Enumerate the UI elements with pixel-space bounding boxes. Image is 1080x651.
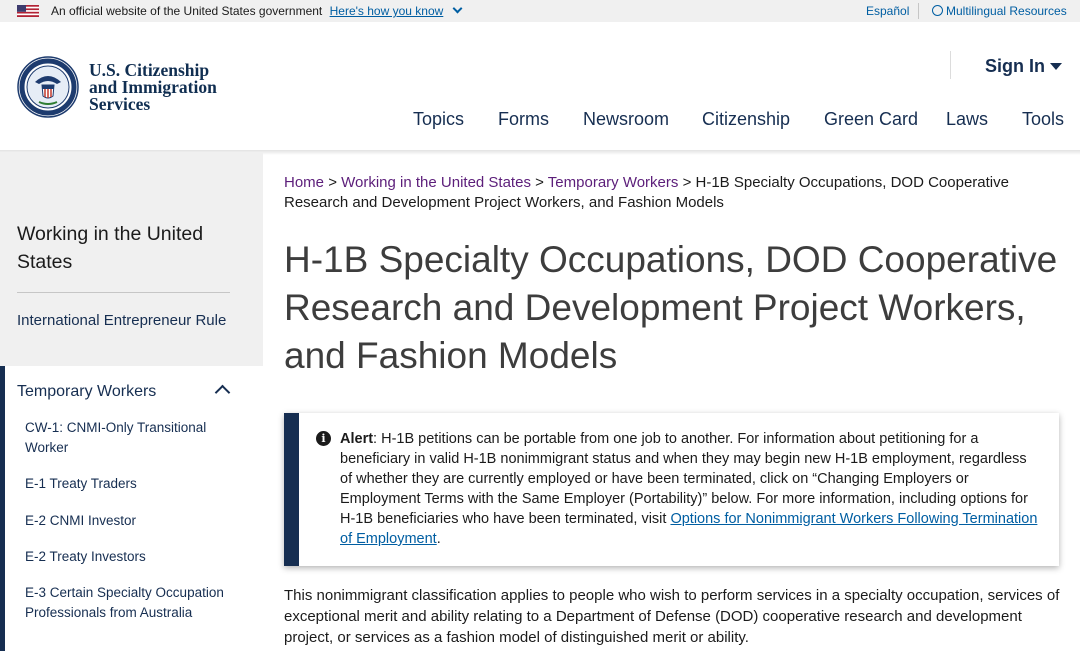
multilingual-resources-link[interactable]: Multilingual Resources — [932, 4, 1067, 18]
dhs-seal-logo[interactable] — [17, 56, 79, 118]
sidebar-subitem-cw1[interactable]: CW-1: CNMI-Only Transitional Worker — [25, 418, 235, 458]
nav-newsroom[interactable]: Newsroom — [583, 109, 669, 130]
sidebar-divider — [17, 292, 230, 293]
heres-how-you-know-link[interactable]: Here's how you know — [330, 4, 444, 18]
sign-in-button[interactable]: Sign In — [985, 56, 1062, 77]
gov-banner-text: An official website of the United States… — [51, 3, 463, 18]
nav-citizenship[interactable]: Citizenship — [702, 109, 790, 130]
sign-in-label[interactable]: Sign In — [985, 56, 1045, 76]
breadcrumb-home[interactable]: Home — [284, 174, 324, 191]
gov-banner: An official website of the United States… — [0, 0, 1080, 22]
info-icon: i — [316, 431, 331, 446]
agency-line[interactable]: Services — [89, 95, 217, 113]
nav-tools[interactable]: Tools — [1022, 109, 1064, 130]
sidebar-title[interactable]: Working in the United States — [17, 220, 227, 276]
breadcrumb: Home > Working in the United States > Te… — [284, 173, 1054, 213]
sidebar-subitem-e2-treaty[interactable]: E-2 Treaty Investors — [25, 547, 235, 567]
alert-label: Alert — [340, 431, 374, 447]
nav-forms[interactable]: Forms — [498, 109, 549, 130]
sidebar-subitem-e3[interactable]: E-3 Certain Specialty Occupation Profess… — [25, 583, 235, 623]
breadcrumb-separator: > — [328, 174, 337, 191]
breadcrumb-separator: > — [535, 174, 544, 191]
breadcrumb-separator: > — [682, 174, 692, 191]
agency-name-link[interactable]: U.S. Citizenship and Immigration Service… — [89, 61, 217, 113]
sidebar-subitem-e2-cnmi[interactable]: E-2 CNMI Investor — [25, 511, 235, 531]
sign-in-divider — [950, 51, 951, 79]
breadcrumb-working[interactable]: Working in the United States — [341, 174, 531, 191]
globe-icon — [932, 5, 943, 16]
alert-text: Alert: H-1B petitions can be portable fr… — [340, 429, 1040, 549]
site-header: U.S. Citizenship and Immigration Service… — [0, 22, 1080, 153]
sidebar-subitem-e1[interactable]: E-1 Treaty Traders — [25, 474, 235, 494]
sidebar-item-international-entrepreneur-rule[interactable]: International Entrepreneur Rule — [17, 311, 227, 331]
nav-topics[interactable]: Topics — [413, 109, 464, 130]
sidebar-active-indicator — [0, 366, 5, 651]
us-flag-icon — [17, 5, 39, 17]
espanol-link[interactable]: Español — [866, 4, 909, 18]
alert-box: i Alert: H-1B petitions can be portable … — [284, 413, 1059, 566]
intro-paragraph: This nonimmigrant classification applies… — [284, 587, 1060, 646]
chevron-down-icon[interactable] — [452, 3, 463, 14]
multilingual-label[interactable]: Multilingual Resources — [946, 4, 1067, 18]
breadcrumb-temporary-workers[interactable]: Temporary Workers — [548, 174, 679, 191]
sidebar-item-temporary-workers[interactable]: Temporary Workers — [17, 383, 156, 401]
nav-laws[interactable]: Laws — [946, 109, 988, 130]
caret-down-icon[interactable] — [1050, 63, 1062, 70]
nav-green-card[interactable]: Green Card — [824, 109, 918, 130]
banner-divider — [918, 3, 919, 19]
page-title: H-1B Specialty Occupations, DOD Cooperat… — [284, 239, 1058, 376]
gov-banner-label: An official website of the United States… — [51, 4, 323, 18]
alert-end: . — [436, 531, 441, 547]
chevron-up-icon[interactable] — [214, 384, 231, 401]
